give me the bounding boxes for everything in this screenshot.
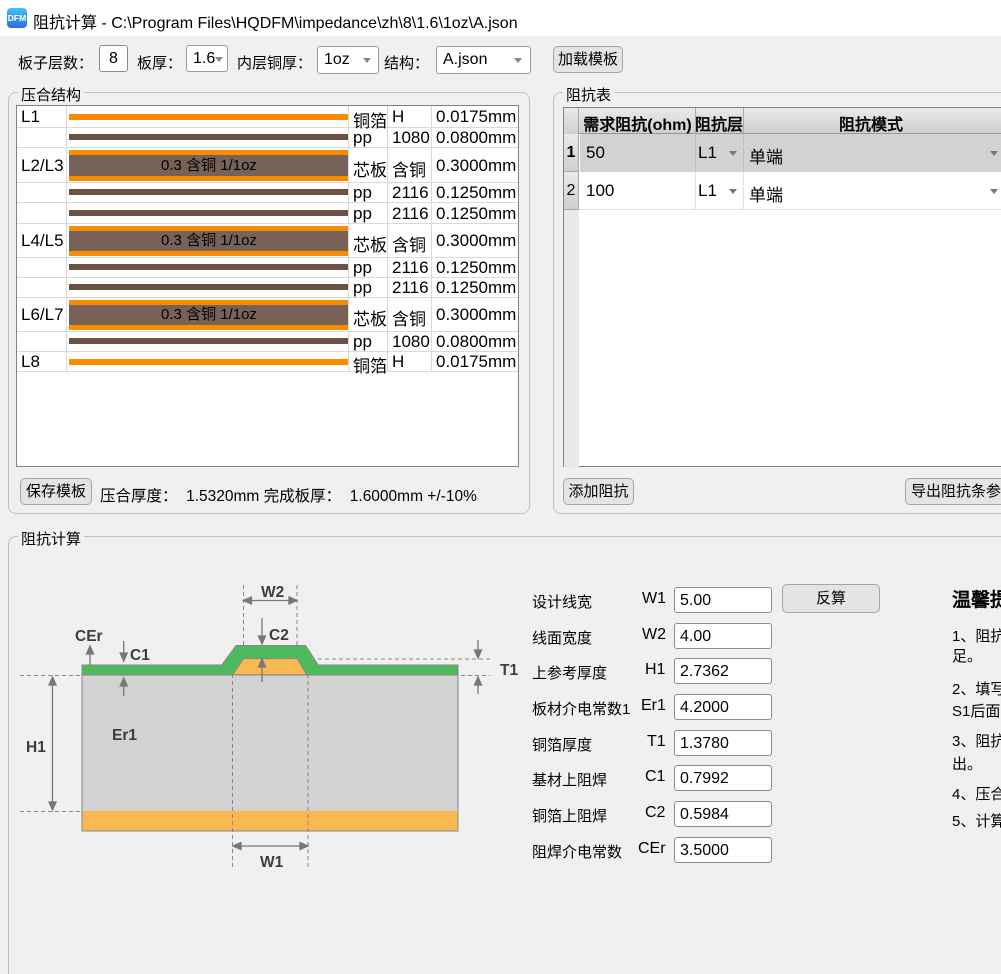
svg-text:T1: T1 <box>500 662 518 679</box>
svg-text:C2: C2 <box>269 627 289 644</box>
svg-text:H1: H1 <box>26 739 46 756</box>
svg-text:CEr: CEr <box>75 628 103 645</box>
svg-text:W2: W2 <box>261 584 284 601</box>
svg-text:W1: W1 <box>260 854 284 871</box>
svg-text:C1: C1 <box>130 647 150 664</box>
svg-text:Er1: Er1 <box>112 727 137 744</box>
